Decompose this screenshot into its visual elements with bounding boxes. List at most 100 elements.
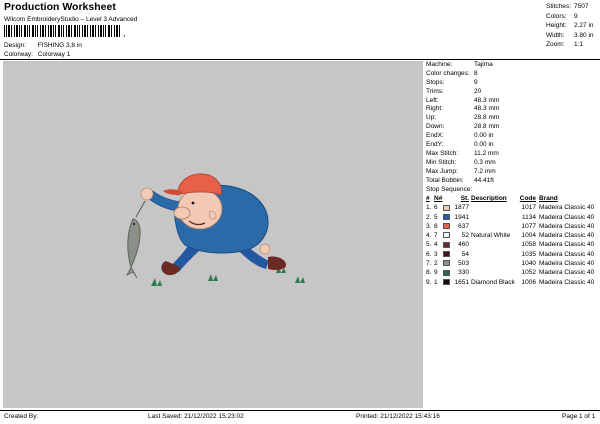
- stat-max-jump-label: Max Jump:: [426, 167, 458, 175]
- stop-description: [471, 240, 517, 249]
- stat-machine-value: Tajima: [474, 61, 493, 68]
- col-stitches: St.: [460, 195, 469, 202]
- stop-needle: 2: [434, 260, 438, 268]
- stop-description: [471, 222, 517, 231]
- footer-divider: [0, 410, 600, 411]
- stop-swatch: [443, 278, 452, 287]
- stop-description: Diamond Black: [471, 278, 515, 286]
- stop-stitches: 54: [461, 250, 469, 258]
- stop-swatch: [443, 222, 452, 231]
- color-swatch: [443, 223, 450, 230]
- stat-endy-label: EndY:: [426, 141, 444, 149]
- stop-code: 1077: [521, 222, 536, 230]
- stat-machine-label: Machine:: [426, 61, 453, 68]
- stop-brand: Madeira Classic 40: [539, 204, 595, 212]
- zoom-label: Zoom:: [546, 41, 565, 48]
- stop-description: [471, 250, 517, 259]
- stop-stitches: 1651: [454, 278, 469, 286]
- stat-endx-label: EndX:: [426, 132, 444, 140]
- color-swatch: [443, 269, 450, 276]
- stitches-label: Stitches:: [546, 3, 571, 10]
- stop-stitches: 1877: [454, 204, 469, 212]
- stop-number: 4.: [426, 232, 432, 240]
- stat-stops-value: 9: [474, 78, 478, 86]
- fisherman-hand: [140, 187, 154, 201]
- color-swatch: [443, 278, 450, 285]
- footer-printed: Printed: 21/12/2022 15:43:16: [356, 413, 440, 420]
- stop-number: 6.: [426, 250, 432, 258]
- stat-right-value: 48.3 mm: [474, 105, 500, 113]
- stop-brand: Madeira Classic 40: [539, 260, 595, 268]
- stop-swatch: [443, 203, 452, 212]
- stop-code: 1006: [521, 278, 536, 286]
- fisherman-cap: [176, 173, 222, 196]
- stat-trims-label: Trims:: [426, 87, 444, 95]
- stop-stitches: 1941: [454, 213, 469, 221]
- stat-endx-value: 0.00 in: [474, 132, 494, 140]
- col-description: Description: [471, 195, 507, 202]
- stop-row: 2. 5 1941 1134 Madeira Classic 40: [426, 213, 597, 222]
- fish: [126, 218, 141, 279]
- color-swatch: [443, 260, 450, 267]
- machine-stats-panel: Machine: Tajima Color changes: 8 Stops: 9 T…: [426, 61, 598, 194]
- stop-number: 8.: [426, 269, 432, 277]
- stop-row: 9. 1 1651 Diamond Black 1006 Madeira Classic …: [426, 278, 597, 287]
- stat-min-stitch-label: Min Stitch:: [426, 158, 457, 166]
- stop-needle: 4: [434, 241, 438, 249]
- stop-row: 3. 8 637 1077 Madeira Classic 40: [426, 222, 597, 231]
- stop-needle: 5: [434, 213, 438, 221]
- stop-brand: Madeira Classic 40: [539, 241, 595, 249]
- width-value: 3.80 in: [574, 31, 594, 39]
- colorway-row: Colorway: Colorway 1: [4, 51, 70, 58]
- footer-created-by: Created By:: [4, 413, 39, 420]
- stat-up-label: Up:: [426, 114, 437, 122]
- stop-code: 1058: [521, 241, 536, 249]
- stop-brand: Madeira Classic 40: [539, 222, 595, 230]
- stop-description: Natural White: [471, 232, 511, 240]
- software-name: Wilcom EmbroideryStudio – Level 3 Advanc…: [4, 16, 138, 23]
- stop-number: 2.: [426, 213, 432, 221]
- stop-number: 9.: [426, 278, 432, 286]
- stat-down-value: 28.8 mm: [474, 123, 500, 131]
- stop-code: 1040: [521, 260, 536, 268]
- stat-color-changes-value: 8: [474, 69, 478, 77]
- stop-needle: 3: [434, 250, 438, 258]
- stop-code: 1004: [521, 232, 536, 240]
- stat-left-value: 48.3 mm: [474, 96, 500, 104]
- stat-total-bobbin-value: 44.41ft: [474, 176, 494, 184]
- col-code: Code: [519, 195, 536, 202]
- stop-needle: 9: [434, 269, 438, 277]
- color-swatch: [443, 251, 450, 258]
- stop-row: 6. 3 54 1035 Madeira Classic 40: [426, 250, 597, 259]
- color-swatch: [443, 232, 450, 239]
- design-row: Design: FISHING 3,8 in: [4, 42, 82, 49]
- stop-stitches: 330: [458, 269, 469, 277]
- barcode-suffix: ,: [123, 28, 126, 37]
- stop-description: [471, 203, 517, 212]
- stop-needle: 7: [434, 232, 438, 240]
- stitches-value: 7507: [574, 3, 589, 10]
- design-preview: [3, 61, 423, 408]
- design-value: FISHING 3,8 in: [37, 42, 82, 49]
- footer-last-saved: Last Saved: 21/12/2022 15:23:02: [148, 413, 244, 420]
- fisherman-design-image: [126, 173, 305, 286]
- stop-sequence-table: # N# St. Description Code Brand 1. 6 1877 1…: [426, 194, 597, 287]
- stop-swatch: [443, 240, 452, 249]
- stop-number: 1.: [426, 204, 432, 212]
- page-title: Production Worksheet: [4, 1, 116, 13]
- col-number: #: [426, 195, 430, 202]
- stop-code: 1035: [521, 250, 536, 258]
- stop-brand: Madeira Classic 40: [539, 269, 595, 277]
- stat-down-label: Down:: [426, 123, 445, 131]
- stop-description: [471, 259, 517, 268]
- stat-max-stitch-label: Max Stitch:: [426, 149, 459, 157]
- col-needle: N#: [434, 195, 443, 202]
- stop-code: 1052: [521, 269, 536, 277]
- stop-code: 1017: [521, 204, 536, 212]
- col-swatch: [443, 194, 452, 203]
- stop-swatch: [443, 268, 452, 277]
- stat-color-changes-label: Color changes:: [426, 69, 470, 77]
- design-label: Design:: [4, 42, 27, 49]
- stop-stitches: 637: [458, 222, 469, 230]
- stop-brand: Madeira Classic 40: [539, 213, 595, 221]
